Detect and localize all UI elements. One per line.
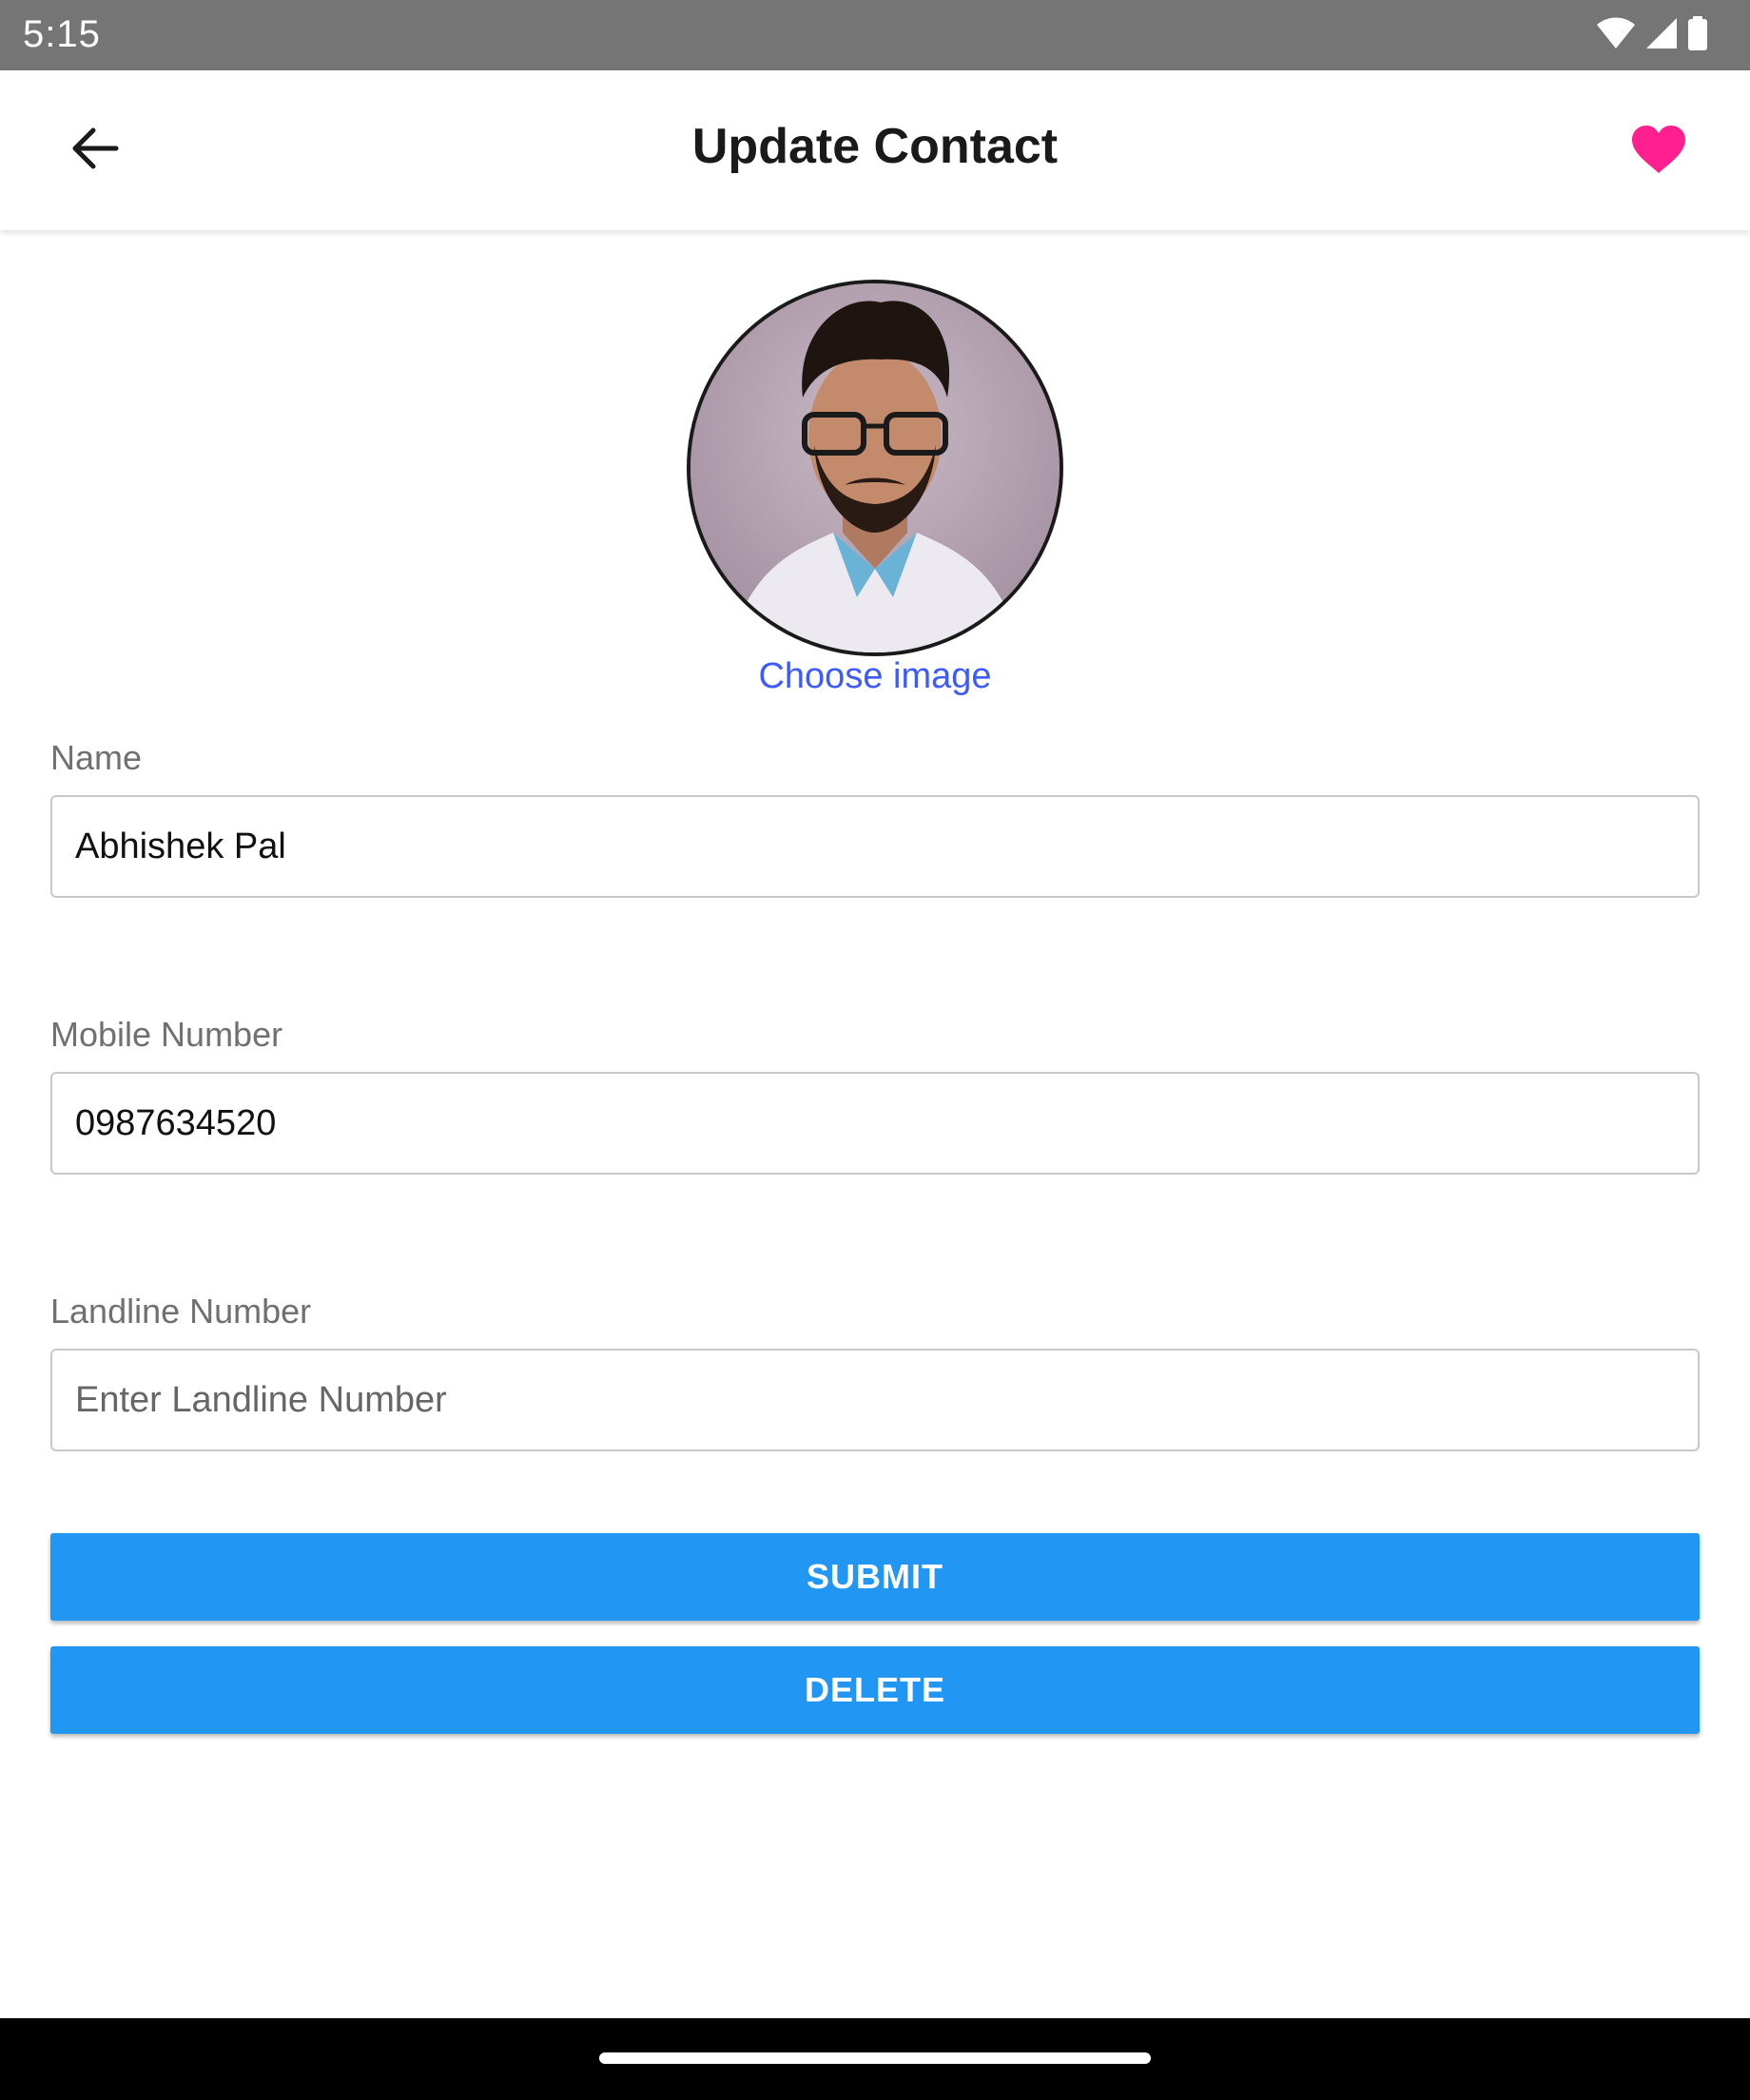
delete-button[interactable]: DELETE [50, 1646, 1700, 1734]
landline-number-input[interactable] [50, 1349, 1700, 1451]
mobile-number-input[interactable] [50, 1072, 1700, 1175]
app-bar: Update Contact [0, 70, 1750, 230]
page-title: Update Contact [691, 119, 1059, 174]
status-icons [1596, 15, 1708, 55]
status-bar: 5:15 [0, 0, 1750, 70]
contact-avatar[interactable] [687, 280, 1063, 656]
wifi-icon [1596, 17, 1636, 54]
battery-icon [1687, 15, 1708, 55]
cellular-signal-icon [1645, 17, 1678, 54]
status-time: 5:15 [23, 13, 101, 55]
name-label: Name [50, 738, 143, 777]
avatar-photo [690, 283, 1060, 652]
choose-image-link[interactable]: Choose image [0, 656, 1750, 697]
home-gesture-handle[interactable] [599, 2052, 1151, 2064]
landline-number-label: Landline Number [50, 1292, 312, 1331]
favorite-button[interactable] [1623, 118, 1695, 185]
update-contact-screen: 5:15 Update Contact Choose image Name Ab… [0, 0, 1750, 2100]
mobile-number-label: Mobile Number [50, 1015, 283, 1054]
system-navigation-bar [0, 2018, 1750, 2100]
submit-button[interactable]: SUBMIT [50, 1533, 1700, 1621]
heart-icon [1630, 124, 1687, 180]
name-input[interactable] [50, 795, 1700, 898]
